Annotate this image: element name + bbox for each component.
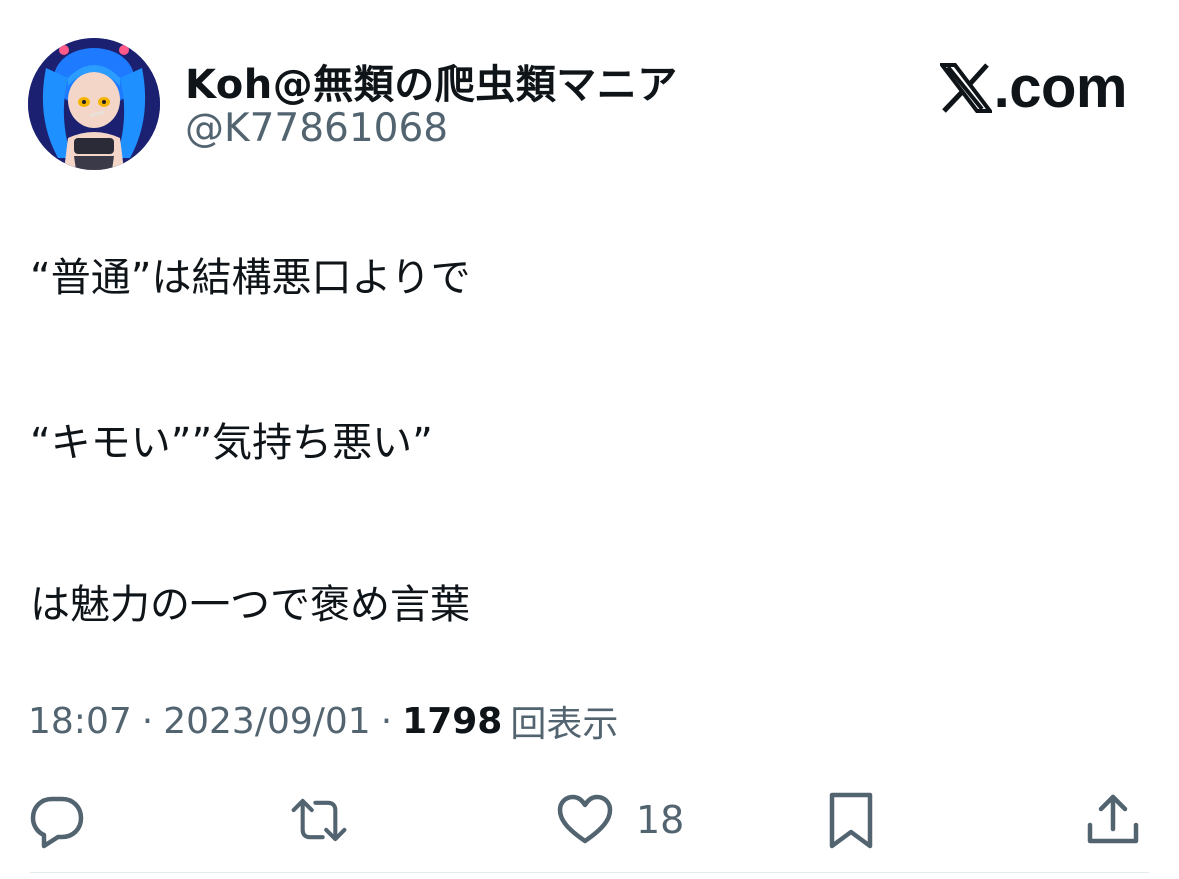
divider bbox=[30, 872, 1149, 873]
retweet-button[interactable] bbox=[290, 788, 348, 852]
tweet-meta: 18:07 · 2023/09/01 · 1798 回表示 bbox=[28, 695, 618, 747]
retweet-icon bbox=[291, 798, 347, 842]
share-icon bbox=[1087, 794, 1139, 844]
avatar[interactable] bbox=[28, 38, 160, 170]
tweet-paragraph: “キモい””気持ち悪い” bbox=[30, 420, 433, 466]
like-count: 18 bbox=[636, 798, 685, 842]
reply-button[interactable] bbox=[28, 788, 86, 852]
x-com-logo: .com bbox=[939, 55, 1128, 120]
tweet-date[interactable]: 2023/09/01 bbox=[163, 701, 371, 742]
avatar-image bbox=[28, 38, 160, 170]
display-name[interactable]: Koh@無類の爬虫類マニア bbox=[185, 52, 678, 110]
tweet-text: “普通”は結構悪口よりで “キモい””気持ち悪い” は魅力の一つで褒め言葉 bbox=[30, 248, 1150, 635]
like-button[interactable]: 18 bbox=[556, 788, 684, 852]
views-label: 回表示 bbox=[510, 704, 619, 745]
views-count: 1798 bbox=[402, 700, 503, 742]
tweet-header: Koh@無類の爬虫類マニア @K77861068 .com bbox=[0, 0, 1179, 190]
meta-separator: · bbox=[141, 700, 154, 742]
logo-domain-text: .com bbox=[993, 55, 1128, 120]
bookmark-icon bbox=[829, 792, 873, 849]
reply-icon bbox=[30, 796, 84, 849]
heart-icon bbox=[557, 794, 613, 844]
tweet-time[interactable]: 18:07 bbox=[28, 701, 132, 742]
tweet-paragraph: “普通”は結構悪口よりで bbox=[30, 255, 471, 301]
meta-separator: · bbox=[380, 700, 393, 742]
user-handle[interactable]: @K77861068 bbox=[185, 106, 448, 151]
bookmark-button[interactable] bbox=[822, 788, 880, 852]
action-bar: 18 bbox=[0, 788, 1179, 858]
share-button[interactable] bbox=[1084, 788, 1142, 852]
tweet-paragraph: は魅力の一つで褒め言葉 bbox=[30, 582, 470, 628]
x-logo-icon bbox=[939, 63, 992, 113]
